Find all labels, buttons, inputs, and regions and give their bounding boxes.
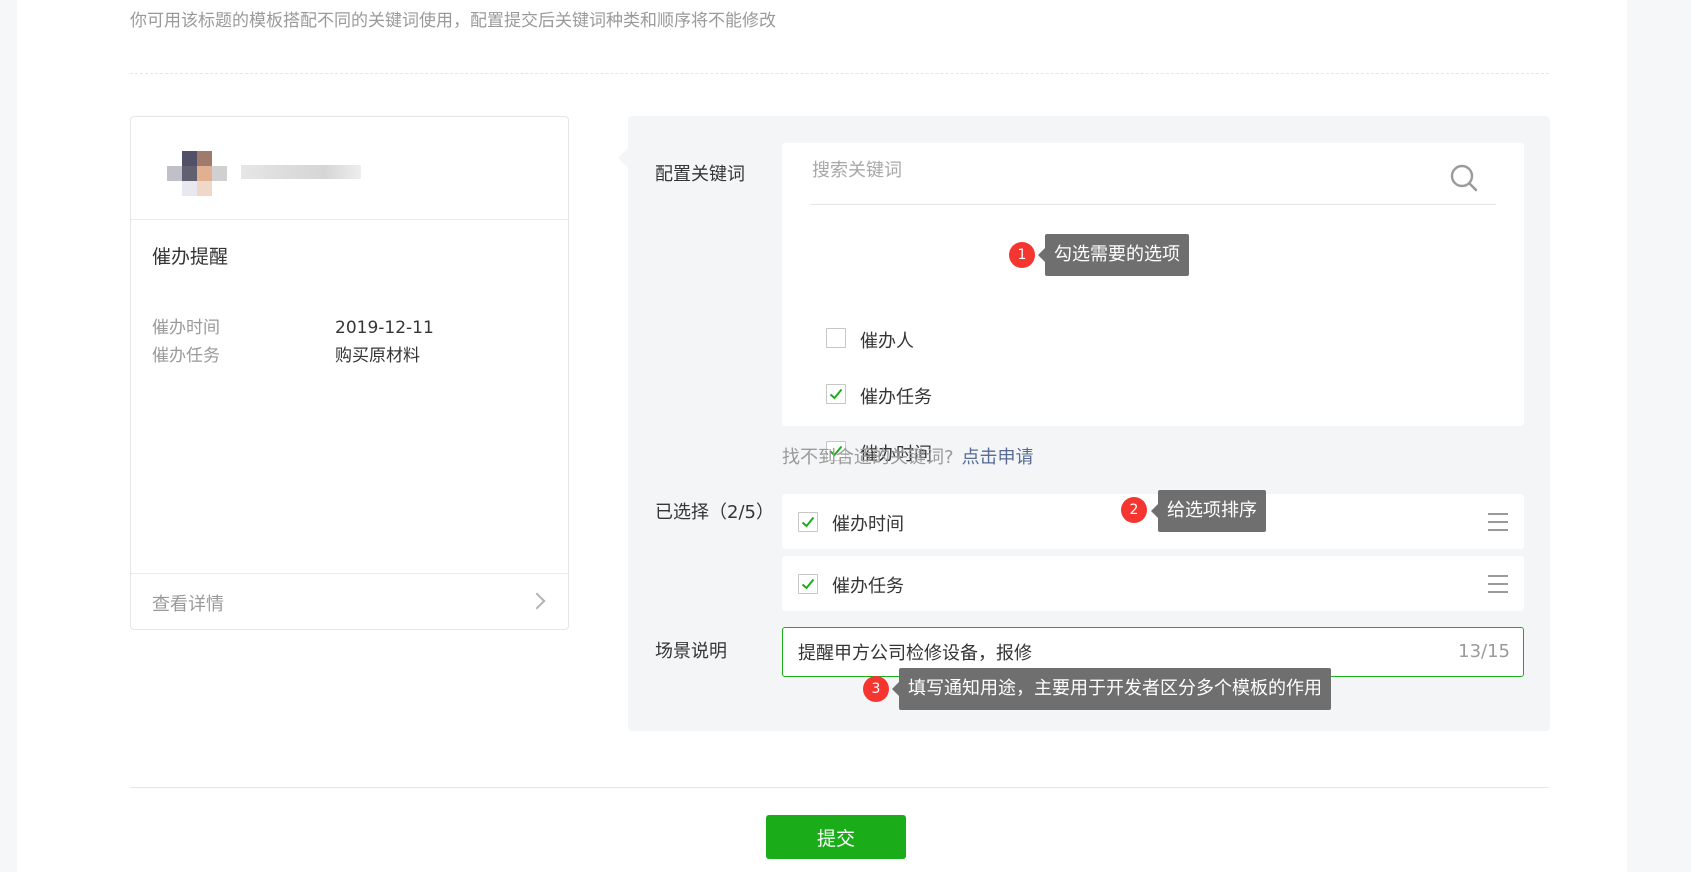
- preview-header: [131, 117, 568, 220]
- template-preview-card: 催办提醒 催办时间 2019-12-11 催办任务 购买原材料 查看详情: [130, 116, 569, 630]
- view-detail-row[interactable]: 查看详情: [131, 573, 568, 629]
- checkbox-checked[interactable]: [798, 512, 818, 532]
- step-badge: 3: [863, 676, 889, 702]
- search-underline: [810, 204, 1496, 205]
- submit-button[interactable]: 提交: [766, 815, 906, 859]
- drag-handle-icon[interactable]: [1488, 513, 1508, 531]
- step-badge: 2: [1121, 497, 1147, 523]
- chevron-right-icon: [528, 592, 546, 610]
- checkbox-checked[interactable]: [798, 574, 818, 594]
- panel-pointer: [618, 148, 628, 168]
- selected-item-label: 催办时间: [832, 514, 904, 535]
- preview-field-row: 催办时间 2019-12-11: [152, 313, 434, 338]
- page-hint: 你可用该标题的模板搭配不同的关键词使用，配置提交后关键词种类和顺序将不能修改: [130, 11, 776, 31]
- divider: [130, 73, 1549, 74]
- field-value: 2019-12-11: [335, 318, 434, 338]
- apply-keyword-hint: 找不到合适的关键词? 点击申请: [782, 443, 1034, 469]
- selected-label: 已选择（2/5）: [655, 502, 774, 523]
- keyword-option-label: 催办任务: [860, 387, 932, 408]
- avatar: [167, 151, 227, 196]
- scene-description-input[interactable]: [796, 640, 1440, 663]
- template-title: 催办提醒: [152, 246, 229, 268]
- check-icon: [801, 516, 815, 528]
- field-key: 催办时间: [152, 318, 220, 338]
- apply-link[interactable]: 点击申请: [962, 447, 1034, 468]
- selected-item[interactable]: 催办时间: [782, 494, 1524, 549]
- view-detail-label: 查看详情: [152, 594, 224, 615]
- check-icon: [801, 578, 815, 590]
- selected-item-label: 催办任务: [832, 576, 904, 597]
- cant-find-text: 找不到合适的关键词?: [782, 447, 954, 468]
- checkbox-unchecked[interactable]: [826, 328, 846, 348]
- tooltip: 填写通知用途，主要用于开发者区分多个模板的作用: [892, 668, 1331, 710]
- tooltip: 给选项排序: [1151, 490, 1266, 532]
- keyword-search-input[interactable]: [810, 159, 1414, 182]
- checkbox-checked[interactable]: [826, 384, 846, 404]
- drag-handle-icon[interactable]: [1488, 575, 1508, 593]
- keyword-option-label: 催办人: [860, 331, 914, 352]
- keywords-label: 配置关键词: [655, 164, 745, 185]
- selected-item[interactable]: 催办任务: [782, 556, 1524, 611]
- main-card: 你可用该标题的模板搭配不同的关键词使用，配置提交后关键词种类和顺序将不能修改 催…: [17, 0, 1627, 872]
- footer-divider: [130, 787, 1549, 788]
- step-badge: 1: [1009, 242, 1035, 268]
- account-name-blurred: [241, 165, 361, 179]
- search-icon[interactable]: [1449, 163, 1479, 193]
- tooltip: 勾选需要的选项: [1038, 234, 1189, 276]
- check-icon: [829, 388, 843, 400]
- char-counter: 13/15: [1458, 641, 1510, 662]
- scene-label: 场景说明: [655, 641, 727, 662]
- field-value: 购买原材料: [335, 346, 420, 366]
- preview-field-row: 催办任务 购买原材料: [152, 341, 420, 366]
- field-key: 催办任务: [152, 346, 220, 366]
- keyword-config-panel: 配置关键词 催办人 催办任务 催办时间 找不到合适的关键词?: [618, 116, 1550, 731]
